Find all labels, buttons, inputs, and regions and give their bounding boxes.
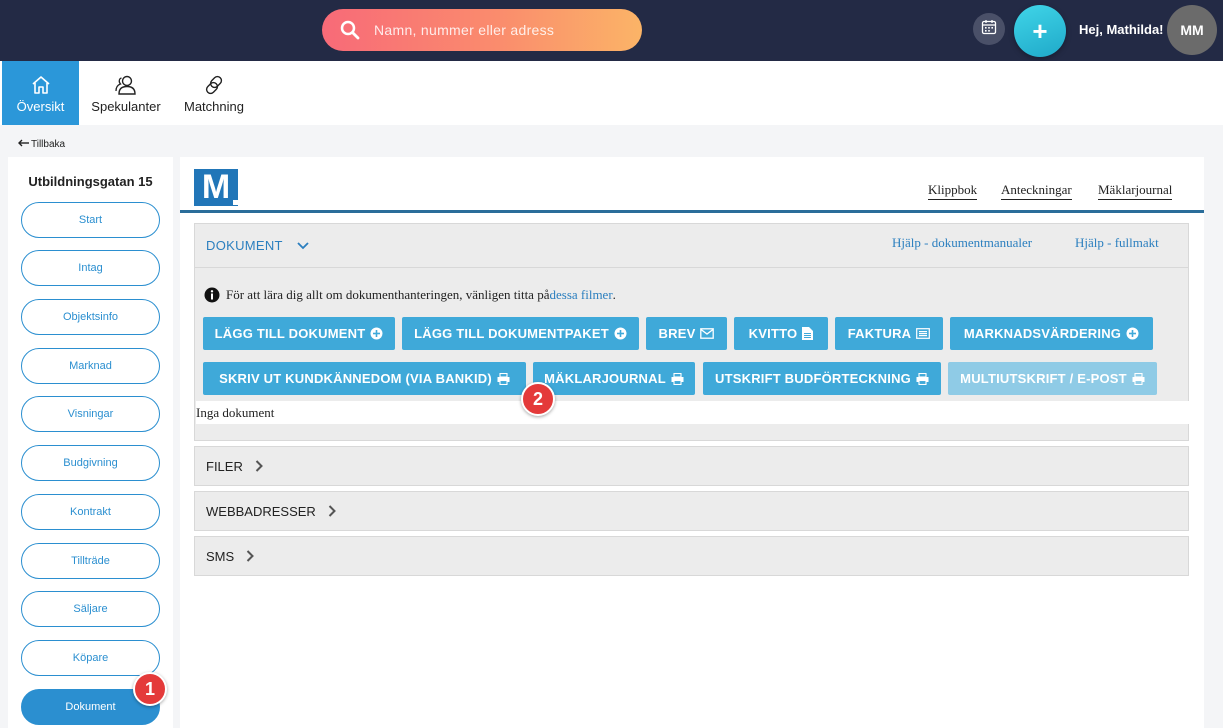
sms-section[interactable]: SMS xyxy=(194,536,1189,576)
file-icon xyxy=(802,327,814,340)
add-document-button[interactable]: LÄGG TILL DOKUMENT xyxy=(203,317,395,350)
letter-label: BREV xyxy=(658,326,696,341)
chevron-right-icon xyxy=(255,460,263,472)
info-icon xyxy=(204,287,220,303)
receipt-button[interactable]: KVITTO xyxy=(734,317,828,350)
chevron-right-icon xyxy=(328,505,336,517)
market-valuation-label: MARKNADSVÄRDERING xyxy=(963,326,1122,341)
documents-section: DOKUMENT Hjälp - dokumentmanualer Hjälp … xyxy=(194,223,1189,441)
files-section[interactable]: FILER xyxy=(194,446,1189,486)
calendar-button[interactable] xyxy=(973,13,1005,45)
nav-item-spekulanter[interactable]: Spekulanter xyxy=(88,61,164,125)
link-anteckningar[interactable]: Anteckningar xyxy=(1001,182,1072,200)
link-klippbok[interactable]: Klippbok xyxy=(928,182,978,200)
print-bid-list-label: UTSKRIFT BUDFÖRTECKNING xyxy=(715,371,911,386)
help-power-of-attorney-link[interactable]: Hjälp - fullmakt xyxy=(1075,235,1159,251)
search-bar[interactable] xyxy=(322,9,642,51)
plus-circle-icon xyxy=(614,327,627,340)
step-badge-2: 2 xyxy=(521,382,555,416)
sidebar-item-visningar[interactable]: Visningar xyxy=(21,396,160,432)
object-sidebar: Utbildningsgatan 15 Start Intag Objektsi… xyxy=(8,157,173,728)
sidebar-item-intag[interactable]: Intag xyxy=(21,250,160,286)
plus-circle-icon xyxy=(370,327,383,340)
nav-item-matchning[interactable]: Matchning xyxy=(180,61,248,125)
web-addresses-section[interactable]: WEBBADRESSER xyxy=(194,491,1189,531)
brand-logo: M xyxy=(194,168,238,206)
logo-dot xyxy=(233,200,238,205)
invoice-label: FAKTURA xyxy=(847,326,912,341)
print-icon xyxy=(1132,372,1145,385)
users-icon xyxy=(114,73,138,97)
multi-print-email-label: MULTIUTSKRIFT / E-POST xyxy=(960,371,1127,386)
search-icon xyxy=(340,20,360,40)
documents-header[interactable]: DOKUMENT xyxy=(195,224,1188,268)
link-icon xyxy=(203,73,225,97)
back-link-label: Tillbaka xyxy=(31,139,66,150)
add-document-label: LÄGG TILL DOKUMENT xyxy=(214,326,366,341)
main-content: M Klippbok Anteckningar Mäklarjournal DO… xyxy=(180,157,1204,728)
arrow-left-icon xyxy=(18,139,29,150)
envelope-icon xyxy=(700,328,715,339)
receipt-label: KVITTO xyxy=(748,326,798,341)
print-customer-knowledge-button[interactable]: SKRIV UT KUNDKÄNNEDOM (VIA BANKID) xyxy=(203,362,526,395)
nav-item-label: Översikt xyxy=(16,98,65,114)
help-document-manuals-link[interactable]: Hjälp - dokumentmanualer xyxy=(892,235,1032,251)
plus-circle-icon xyxy=(1126,327,1139,340)
sidebar-item-budgivning[interactable]: Budgivning xyxy=(21,445,160,481)
main-nav: Översikt Spekulanter Matchning xyxy=(0,61,1223,125)
print-icon xyxy=(497,372,510,385)
calendar-icon xyxy=(981,19,997,40)
sidebar-item-kontrakt[interactable]: Kontrakt xyxy=(21,494,160,530)
web-addresses-section-title: WEBBADRESSER xyxy=(206,503,316,519)
sidebar-item-marknad[interactable]: Marknad xyxy=(21,348,160,384)
broker-journal-label: MÄKLARJOURNAL xyxy=(544,371,666,386)
market-valuation-button[interactable]: MARKNADSVÄRDERING xyxy=(950,317,1153,350)
sidebar-item-kopare[interactable]: Köpare xyxy=(21,640,160,676)
sidebar-item-saljare[interactable]: Säljare xyxy=(21,591,160,627)
empty-documents-message: Inga dokument xyxy=(196,401,1189,424)
sidebar-item-tilltrade[interactable]: Tillträde xyxy=(21,543,160,579)
sidebar-item-start[interactable]: Start xyxy=(21,202,160,238)
letter-button[interactable]: BREV xyxy=(646,317,727,350)
info-text: För att lära dig allt om dokumenthanteri… xyxy=(226,287,550,302)
nav-item-label: Spekulanter xyxy=(91,98,161,114)
chevron-right-icon xyxy=(246,550,255,562)
step-badge-1: 1 xyxy=(133,672,167,706)
add-document-package-label: LÄGG TILL DOKUMENTPAKET xyxy=(414,326,609,341)
print-bid-list-button[interactable]: UTSKRIFT BUDFÖRTECKNING xyxy=(703,362,941,395)
print-icon xyxy=(671,372,684,385)
nav-item-label: Matchning xyxy=(184,98,244,114)
invoice-button[interactable]: FAKTURA xyxy=(835,317,943,350)
files-section-title: FILER xyxy=(206,458,243,474)
search-input[interactable] xyxy=(374,22,614,38)
header-divider xyxy=(180,210,1204,213)
link-maklarjournal[interactable]: Mäklarjournal xyxy=(1098,182,1173,200)
home-icon xyxy=(30,73,52,97)
broker-journal-button[interactable]: MÄKLARJOURNAL xyxy=(533,362,695,395)
info-message: För att lära dig allt om dokumenthanteri… xyxy=(204,287,616,303)
info-text-end: . xyxy=(612,287,616,302)
print-icon xyxy=(916,372,929,385)
create-new-button[interactable]: + xyxy=(1014,5,1066,57)
nav-item-oversikt[interactable]: Översikt xyxy=(2,61,79,125)
sms-section-title: SMS xyxy=(206,548,235,564)
sidebar-item-objektsinfo[interactable]: Objektsinfo xyxy=(21,299,160,335)
add-document-package-button[interactable]: LÄGG TILL DOKUMENTPAKET xyxy=(402,317,639,350)
back-link[interactable]: Tillbaka xyxy=(18,139,65,150)
list-icon xyxy=(916,328,931,339)
user-greeting: Hej, Mathilda! xyxy=(1079,22,1164,37)
multi-print-email-button[interactable]: MULTIUTSKRIFT / E-POST xyxy=(948,362,1157,395)
top-bar: + Hej, Mathilda! MM xyxy=(0,0,1223,61)
chevron-down-icon xyxy=(297,241,309,250)
films-link[interactable]: dessa filmer xyxy=(549,287,612,303)
print-customer-knowledge-label: SKRIV UT KUNDKÄNNEDOM (VIA BANKID) xyxy=(219,371,492,386)
avatar[interactable]: MM xyxy=(1167,5,1217,55)
property-title: Utbildningsgatan 15 xyxy=(28,174,153,189)
documents-title: DOKUMENT xyxy=(206,238,283,253)
